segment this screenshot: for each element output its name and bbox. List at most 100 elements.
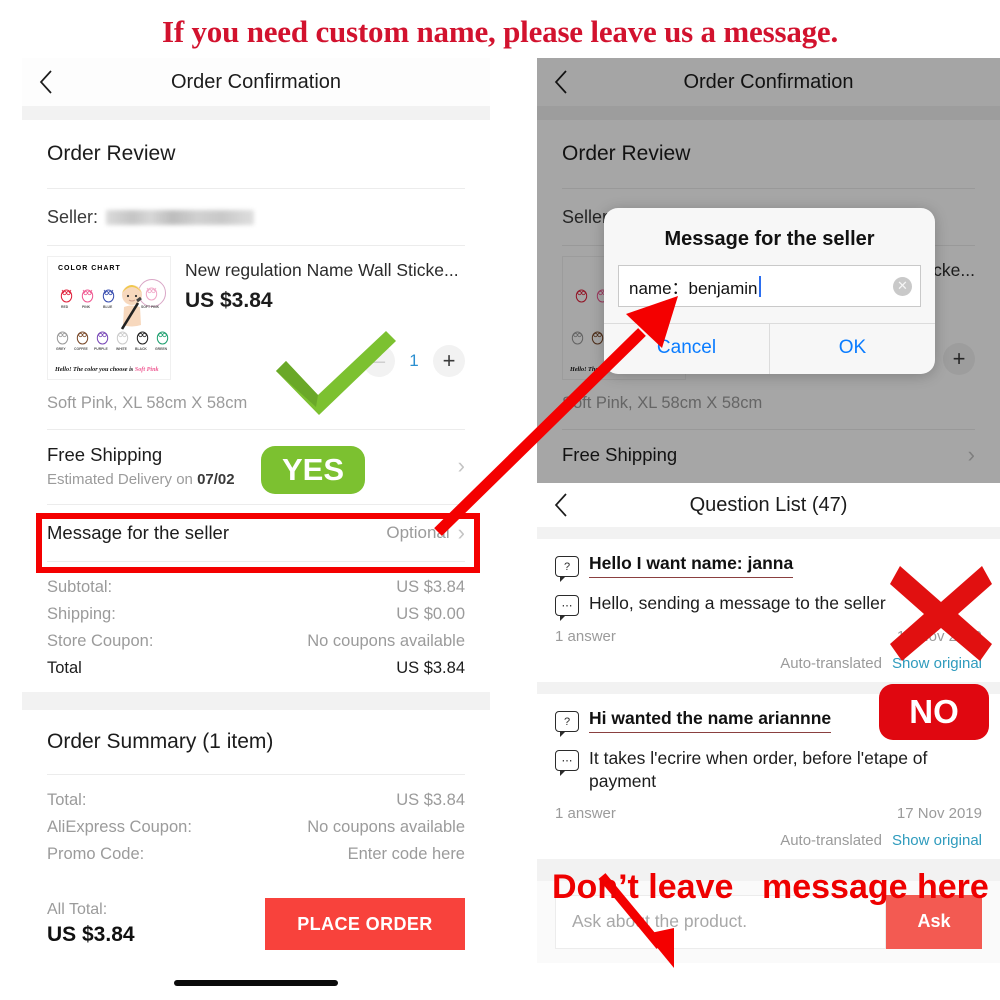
shipping-row[interactable]: Free Shipping Estimated Delivery on 07/0… <box>47 430 465 504</box>
quantity-stepper[interactable]: – 1 + <box>185 345 465 377</box>
summary-value[interactable]: Enter code here <box>348 845 465 864</box>
answer-count: 1 answer <box>555 628 616 645</box>
swatch-label: WHITE <box>116 347 127 351</box>
message-input[interactable]: name：benjamin ✕ <box>618 265 921 307</box>
back-chevron-icon[interactable] <box>38 69 54 95</box>
summary-label: Total: <box>47 791 87 809</box>
home-indicator <box>174 980 338 986</box>
cost-value: US $3.84 <box>396 578 465 596</box>
product-row[interactable]: COLOR CHART RED PINK BLUE SOFT PINK GREY… <box>47 246 465 380</box>
swatch-label: PURPLE <box>94 347 108 351</box>
cost-label: Subtotal: <box>47 578 113 596</box>
product-title: New regulation Name Wall Sticke... <box>185 260 459 280</box>
swatch-label: COFFEE <box>74 347 88 351</box>
question-line: ? Hello I want name: janna <box>555 553 982 582</box>
no-badge: NO <box>879 684 989 740</box>
question-list-nav-bar: Question List (47) <box>537 483 1000 527</box>
owl-swatch <box>116 331 129 345</box>
owl-swatch <box>575 289 588 303</box>
shipping-title: Free Shipping <box>47 444 163 465</box>
quantity-plus-button[interactable]: + <box>433 345 465 377</box>
question-list-screen: Question List (47) ? Hello I want name: … <box>537 483 1000 1000</box>
owl-swatch <box>81 289 94 303</box>
thumb-caption-bottom-prefix: Hello! The color you choose is <box>55 366 135 373</box>
right-shipping-row[interactable]: Free Shipping › <box>562 430 975 482</box>
summary-label: Promo Code: <box>47 845 145 863</box>
checkout-footer: All Total: US $3.84 PLACE ORDER <box>22 898 490 950</box>
all-total-value: US $3.84 <box>47 923 135 946</box>
promo-banner-text: If you need custom name, please leave us… <box>161 14 839 49</box>
question-list-title: Question List (47) <box>689 493 848 516</box>
summary-value[interactable]: No coupons available <box>307 818 465 837</box>
swatch-label: GREEN <box>155 347 168 351</box>
right-nav-divider <box>537 106 1000 120</box>
right-seller-label: Seller <box>562 206 609 227</box>
quantity-value: 1 <box>409 351 419 370</box>
product-variant: Soft Pink, XL 58cm X 58cm <box>47 394 248 412</box>
seller-row[interactable]: Seller: <box>47 189 465 245</box>
clear-circle-icon[interactable]: ✕ <box>893 276 912 296</box>
cost-label: Shipping: <box>47 605 116 623</box>
left-order-confirmation-screen: Order Confirmation Order Review Seller: … <box>22 58 490 1000</box>
cancel-button[interactable]: Cancel <box>604 324 769 374</box>
answer-bubble-icon: ⋯ <box>555 750 579 776</box>
left-nav-divider <box>22 106 490 120</box>
seller-label: Seller: <box>47 206 99 227</box>
cost-line: Shipping: US $0.00 <box>47 601 465 628</box>
owl-swatch <box>96 331 109 345</box>
chevron-right-icon[interactable]: › <box>968 444 975 466</box>
cost-value[interactable]: No coupons available <box>307 632 465 651</box>
cost-line[interactable]: Store Coupon: No coupons available <box>47 628 465 655</box>
question-item[interactable]: ? Hello I want name: janna ⋯ Hello, send… <box>537 539 1000 682</box>
owl-swatch <box>56 331 69 345</box>
back-chevron-icon[interactable] <box>553 492 569 518</box>
right-nav-bar: Order Confirmation <box>537 58 1000 106</box>
cost-breakdown: Subtotal: US $3.84 Shipping: US $0.00 St… <box>47 562 465 692</box>
dialog-actions: Cancel OK <box>604 323 935 374</box>
annotation-note-left: Don’t leave <box>552 868 734 906</box>
thumb-caption-top: COLOR CHART <box>58 265 121 272</box>
right-order-confirmation-screen: Order Confirmation Order Review Seller H… <box>537 58 1000 483</box>
summary-label: AliExpress Coupon: <box>47 818 192 836</box>
answer-text: Hello, sending a message to the seller <box>589 593 886 613</box>
product-thumbnail[interactable]: COLOR CHART RED PINK BLUE SOFT PINK GREY… <box>47 256 171 380</box>
question-list-divider <box>537 527 1000 539</box>
answer-line: ⋯ Hello, sending a message to the seller <box>555 592 982 621</box>
annotation-note-right: message here <box>762 868 989 906</box>
summary-value: US $3.84 <box>396 791 465 809</box>
product-price: US $3.84 <box>185 289 273 312</box>
right-nav-title: Order Confirmation <box>683 70 854 93</box>
right-quantity-plus-button[interactable]: + <box>943 343 975 375</box>
swatch-label: BLUE <box>103 305 113 309</box>
thumb-caption-bottom: Hello! The color you choose is Soft Pink <box>55 366 159 373</box>
summary-line[interactable]: Promo Code: Enter code here <box>47 841 465 868</box>
ok-button[interactable]: OK <box>769 324 935 374</box>
back-chevron-icon[interactable] <box>553 69 569 95</box>
question-text: Hello I want name: janna <box>589 553 794 578</box>
chevron-right-icon[interactable]: › <box>458 522 465 544</box>
child-illustration <box>120 285 142 330</box>
show-original-link[interactable]: Show original <box>892 655 982 672</box>
auto-translated-label: Auto-translated <box>780 655 882 672</box>
all-total-label: All Total: <box>47 901 108 918</box>
yes-badge: YES <box>261 446 365 494</box>
color-chart-art: COLOR CHART RED PINK BLUE SOFT PINK GREY… <box>48 257 170 379</box>
owl-swatch <box>136 331 149 345</box>
chevron-right-icon[interactable]: › <box>458 455 465 477</box>
cost-label: Store Coupon: <box>47 632 154 650</box>
place-order-button[interactable]: PLACE ORDER <box>265 898 465 950</box>
quantity-minus-button[interactable]: – <box>363 345 395 377</box>
cost-value: US $3.84 <box>396 659 465 677</box>
summary-line[interactable]: AliExpress Coupon: No coupons available <box>47 814 465 841</box>
show-original-link[interactable]: Show original <box>892 832 982 849</box>
answer-count: 1 answer <box>555 804 616 822</box>
right-order-review-title: Order Review <box>562 142 691 165</box>
message-for-seller-dialog: Message for the seller name：benjamin ✕ C… <box>604 208 935 374</box>
thumb-caption-bottom-highlight: Soft Pink <box>134 366 159 373</box>
message-for-seller-row[interactable]: Message for the seller Optional › <box>47 505 465 561</box>
left-nav-title: Order Confirmation <box>170 70 342 93</box>
text-caret <box>758 275 761 297</box>
message-for-seller-label: Message for the seller <box>47 522 230 543</box>
order-review-title: Order Review <box>47 142 176 165</box>
question-meta: 1 answer 17 Nov 2019 <box>555 628 982 645</box>
